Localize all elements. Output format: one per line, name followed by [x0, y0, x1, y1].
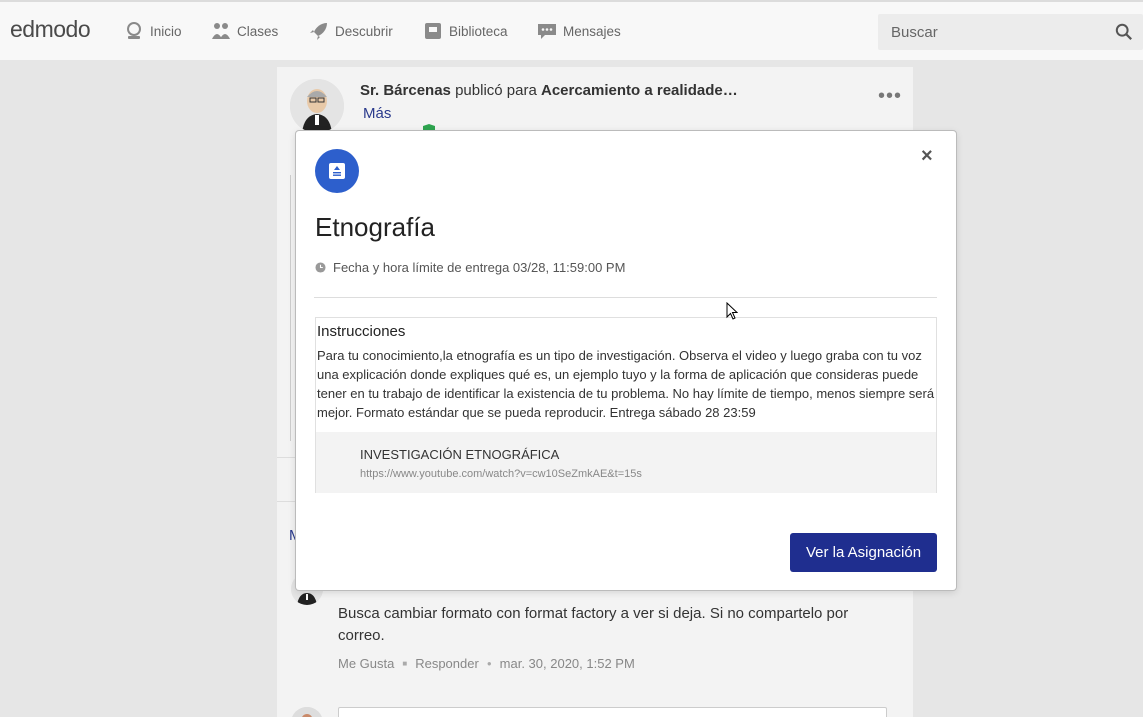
close-button[interactable]: ×	[921, 145, 933, 168]
clock-icon	[315, 262, 326, 273]
due-date-text: Fecha y hora límite de entrega 03/28, 11…	[333, 260, 626, 275]
mouse-cursor-icon	[726, 302, 738, 320]
instructions-title: Instrucciones	[317, 323, 406, 340]
link-url[interactable]: https://www.youtube.com/watch?v=cw10SeZm…	[360, 468, 642, 480]
link-title[interactable]: INVESTIGACIÓN ETNOGRÁFICA	[360, 447, 559, 462]
view-assignment-button[interactable]: Ver la Asignación	[790, 533, 937, 572]
divider	[314, 297, 937, 298]
assignment-modal: × Etnografía Fecha y hora límite de entr…	[296, 131, 956, 590]
instructions-box: Instrucciones Para tu conocimiento,la et…	[315, 317, 937, 493]
assignment-title: Etnografía	[315, 212, 435, 242]
instructions-text: Para tu conocimiento,la etnografía es un…	[317, 348, 935, 420]
assignment-icon	[315, 149, 359, 193]
due-date: Fecha y hora límite de entrega 03/28, 11…	[315, 260, 625, 275]
link-attachment[interactable]: INVESTIGACIÓN ETNOGRÁFICA https://www.yo…	[316, 432, 936, 493]
